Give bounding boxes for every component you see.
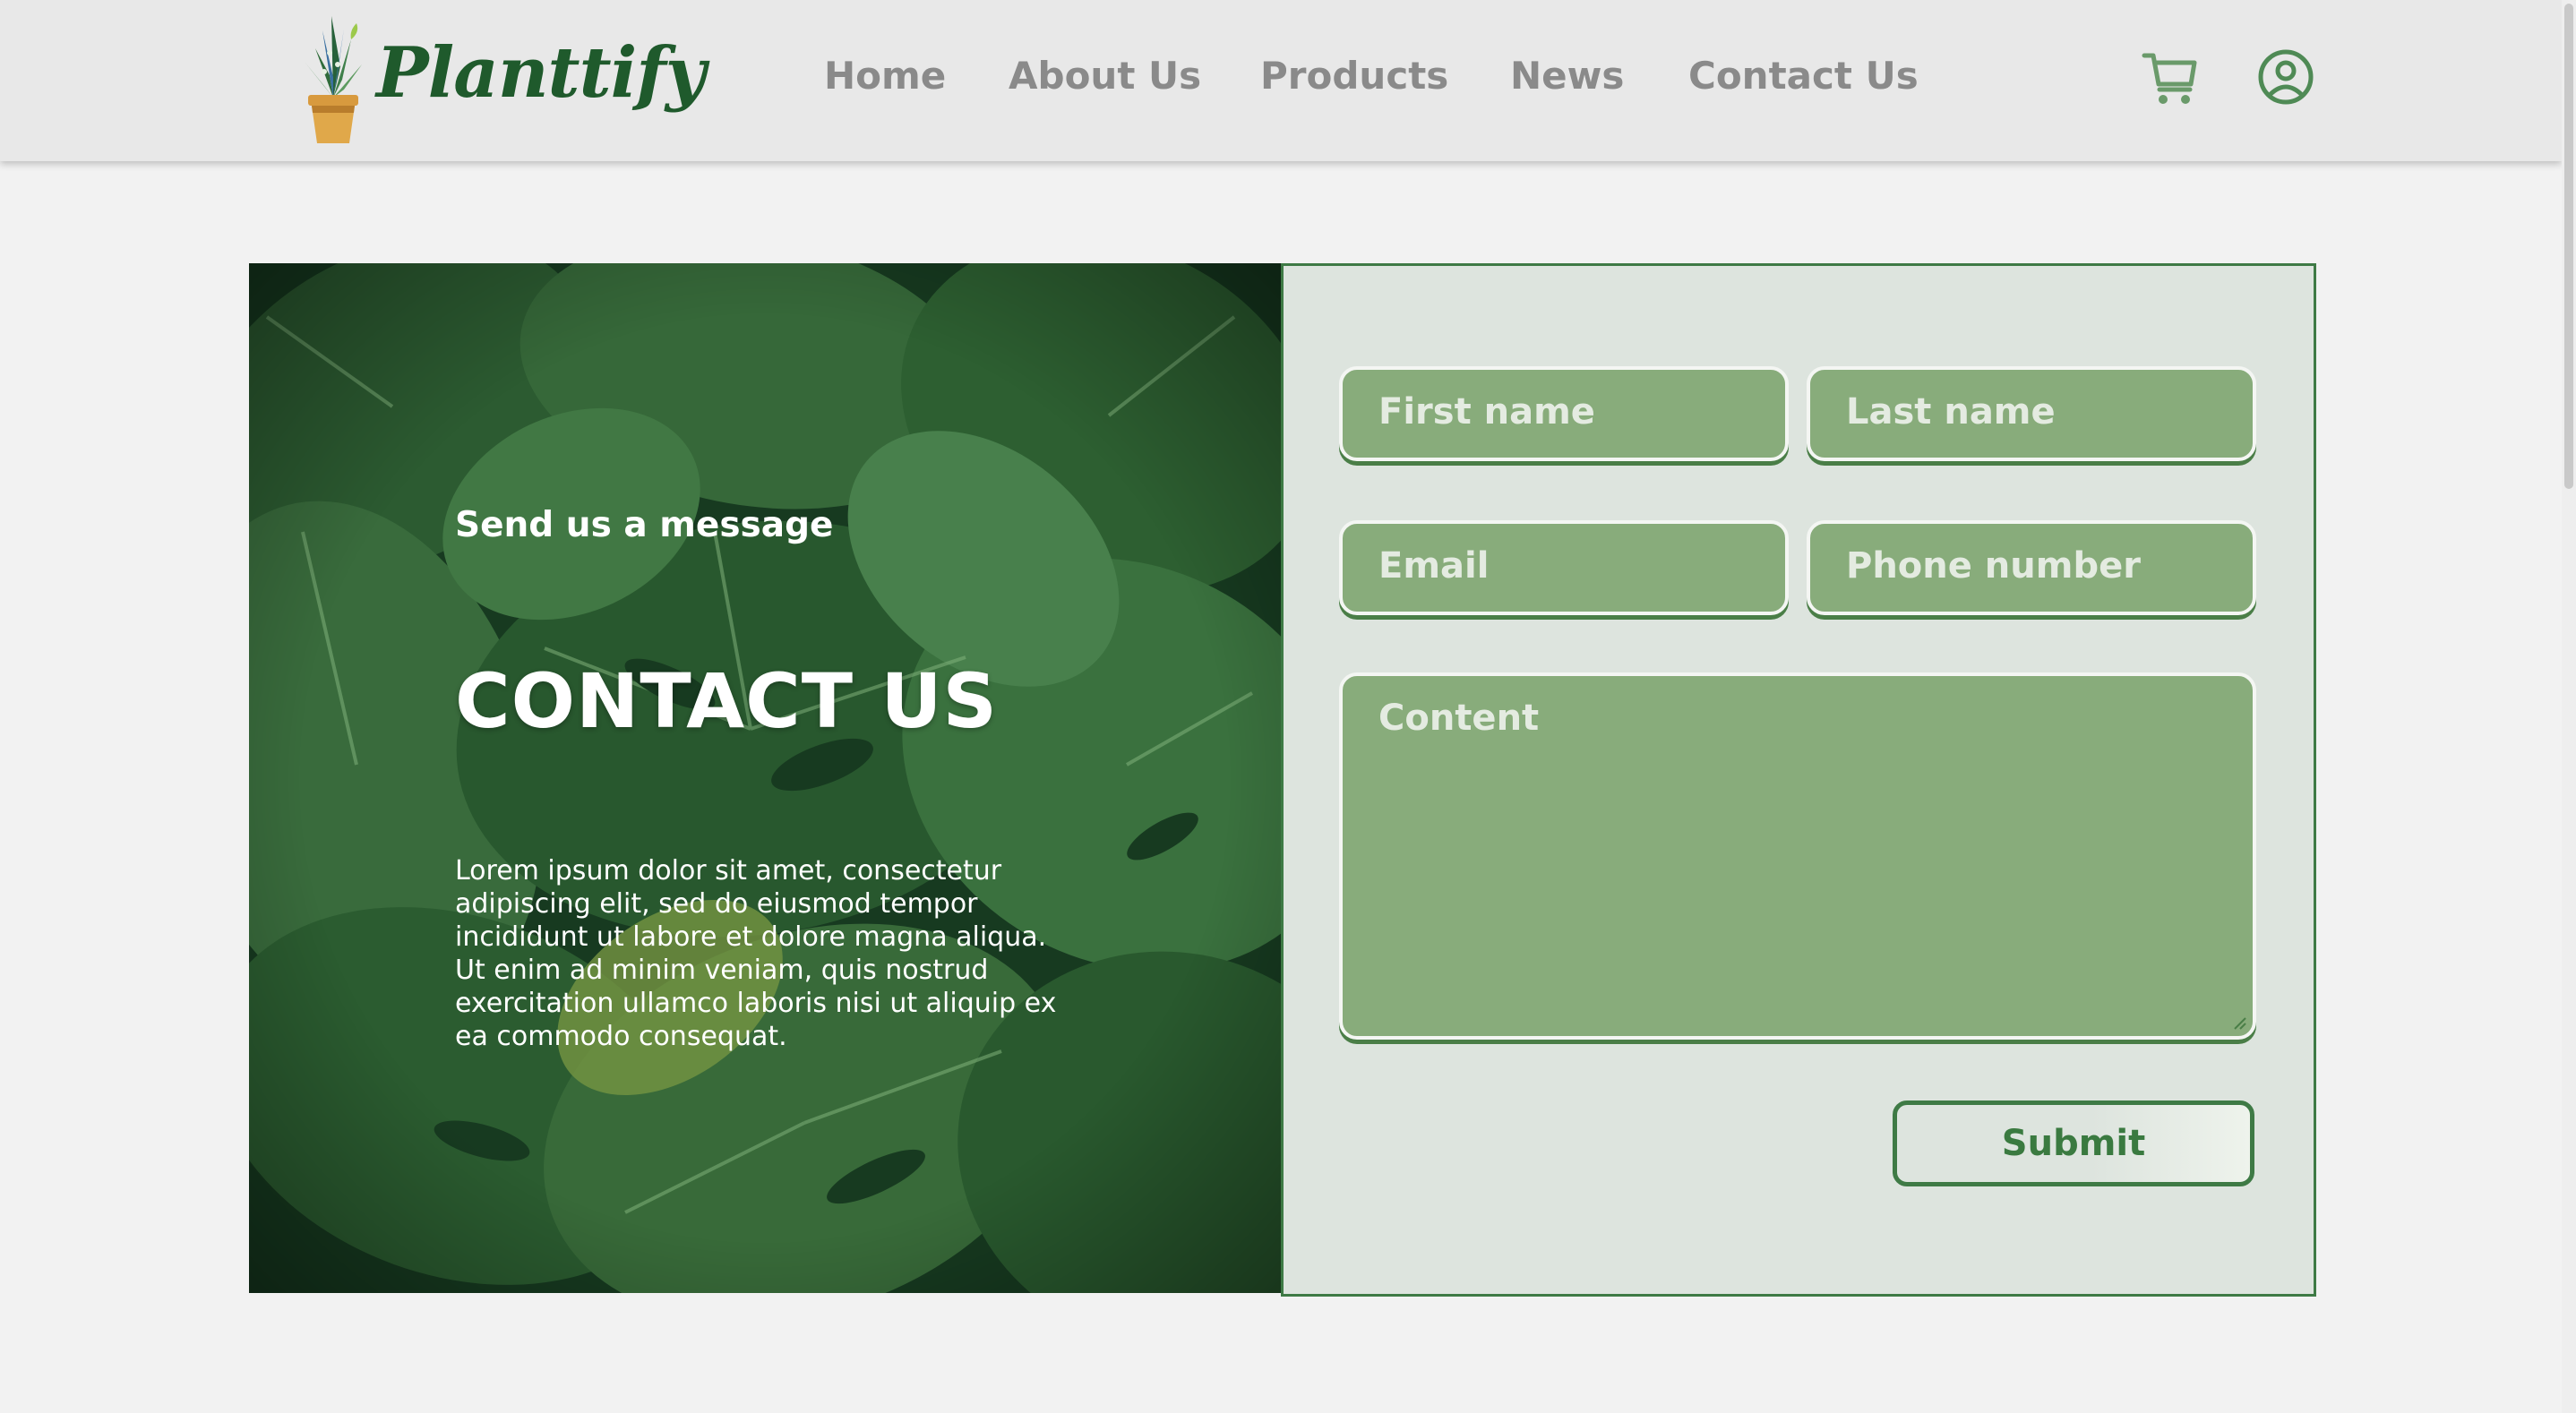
resize-grip-icon[interactable] [2231, 1015, 2247, 1031]
first-name-input[interactable]: First name [1339, 366, 1789, 461]
contact-description: Lorem ipsum dolor sit amet, consectetur … [455, 855, 1057, 1052]
site-header: Planttify Home About Us Products News Co… [0, 0, 2562, 161]
phone-number-input[interactable]: Phone number [1807, 520, 2256, 615]
content-textarea[interactable]: Content [1339, 672, 2256, 1040]
brand-logo[interactable]: Planttify [288, 13, 706, 147]
nav-contact-us[interactable]: Contact Us [1688, 54, 1919, 98]
contact-form: First name Last name Email Phone number … [1281, 263, 2316, 1297]
user-circle-icon[interactable] [2257, 48, 2314, 110]
nav-products[interactable]: Products [1260, 54, 1448, 98]
scrollbar-thumb[interactable] [2564, 4, 2573, 489]
potted-plant-icon [305, 16, 362, 143]
contact-subtitle: Send us a message [455, 505, 834, 545]
email-input[interactable]: Email [1339, 520, 1789, 615]
content-placeholder: Content [1378, 698, 1540, 739]
nav-about-us[interactable]: About Us [1009, 54, 1201, 98]
cart-icon[interactable] [2141, 48, 2200, 112]
monstera-leaves-image [249, 263, 1281, 1293]
brand-name: Planttify [376, 32, 706, 114]
page-title: CONTACT US [455, 657, 999, 745]
contact-hero-panel: Send us a message CONTACT US Lorem ipsum… [249, 263, 1281, 1293]
nav-news[interactable]: News [1510, 54, 1624, 98]
nav-home[interactable]: Home [824, 54, 946, 98]
submit-button[interactable]: Submit [1893, 1100, 2254, 1186]
page-scrollbar[interactable] [2562, 0, 2576, 1413]
last-name-input[interactable]: Last name [1807, 366, 2256, 461]
